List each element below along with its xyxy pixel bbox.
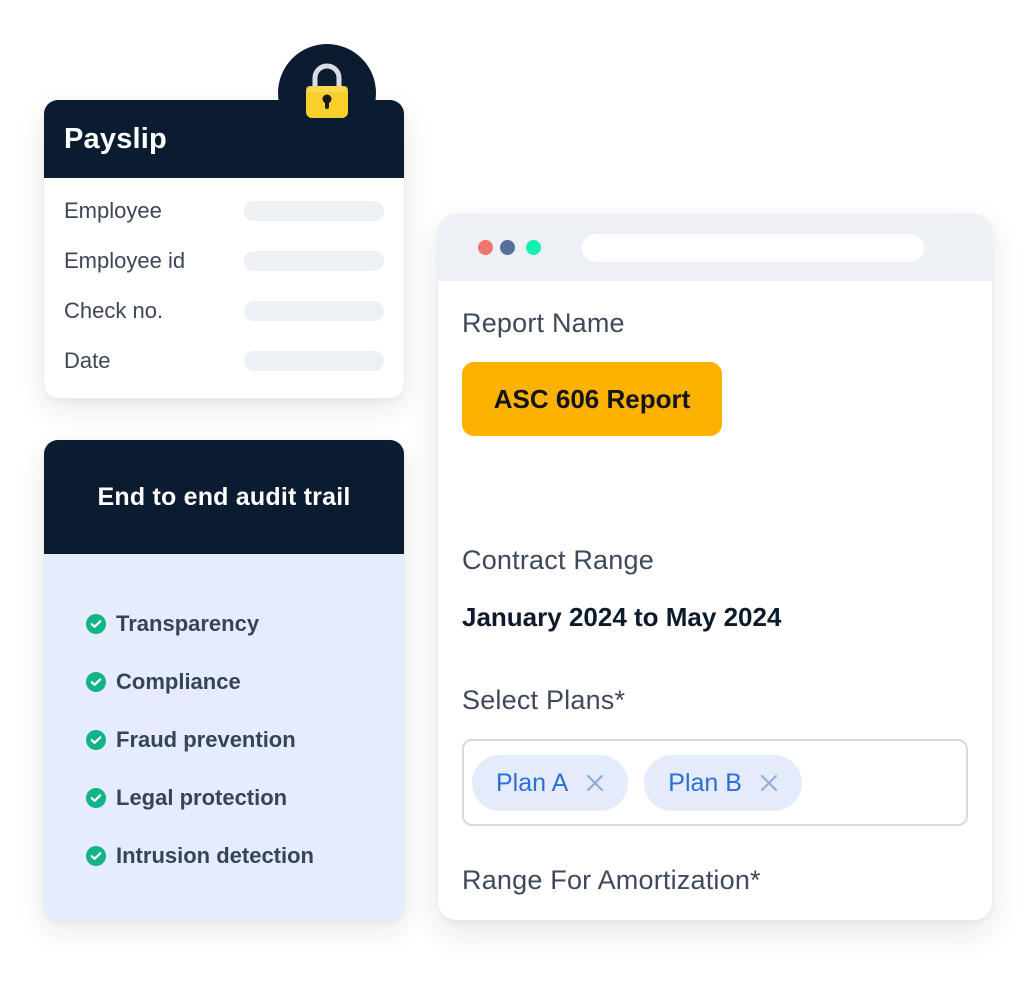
payslip-label: Check no. <box>64 298 164 323</box>
list-item: Compliance <box>86 650 404 714</box>
payslip-label: Date <box>64 348 111 373</box>
audit-item-label: Fraud prevention <box>116 727 296 752</box>
audit-header: End to end audit trail <box>44 440 404 554</box>
payslip-value-placeholder <box>244 301 384 321</box>
contract-range-label: Contract Range <box>462 545 654 575</box>
check-circle-icon <box>86 730 106 750</box>
plan-chip-label: Plan B <box>668 768 742 797</box>
maximize-dot-icon[interactable] <box>526 240 541 255</box>
payslip-row-employee: Employee <box>64 186 384 236</box>
payslip-row-employee-id: Employee id <box>64 236 384 286</box>
payslip-label: Employee <box>64 198 162 223</box>
check-circle-icon <box>86 846 106 866</box>
report-name-badge[interactable]: ASC 606 Report <box>462 362 722 436</box>
minimize-dot-icon[interactable] <box>500 240 515 255</box>
close-dot-icon[interactable] <box>478 240 493 255</box>
payslip-card: Payslip Employee Employee id Check no. D… <box>44 100 404 398</box>
plan-chip-b[interactable]: Plan B <box>644 754 802 811</box>
payslip-row-check-no: Check no. <box>64 286 384 336</box>
select-plans-input[interactable]: Plan A Plan B <box>462 739 968 826</box>
list-item: Transparency <box>86 592 404 656</box>
window-titlebar <box>438 214 992 281</box>
check-circle-icon <box>86 788 106 808</box>
audit-item-label: Intrusion detection <box>116 843 314 868</box>
payslip-label: Employee id <box>64 248 186 273</box>
list-item: Intrusion detection <box>86 824 404 888</box>
list-item: Fraud prevention <box>86 708 404 772</box>
plan-chip-label: Plan A <box>496 768 569 797</box>
address-bar[interactable] <box>582 234 924 262</box>
payslip-title: Payslip <box>64 123 167 155</box>
check-circle-icon <box>86 614 106 634</box>
check-circle-icon <box>86 672 106 692</box>
padlock-icon <box>306 63 348 118</box>
payslip-value-placeholder <box>244 351 384 371</box>
close-icon[interactable] <box>760 774 778 792</box>
contract-range-value: January 2024 to May 2024 <box>462 602 782 632</box>
list-item: Legal protection <box>86 766 404 830</box>
report-window: Report Name ASC 606 Report Contract Rang… <box>438 214 992 920</box>
payslip-value-placeholder <box>244 251 384 271</box>
audit-item-label: Compliance <box>116 669 241 694</box>
close-icon[interactable] <box>586 774 604 792</box>
payslip-row-date: Date <box>64 336 384 386</box>
audit-item-label: Legal protection <box>116 785 288 810</box>
audit-feature-list: Transparency Compliance Fraud prevention… <box>44 554 404 888</box>
audit-item-label: Transparency <box>116 611 260 636</box>
payslip-value-placeholder <box>244 201 384 221</box>
payslip-fields: Employee Employee id Check no. Date <box>44 178 404 386</box>
audit-trail-card: End to end audit trail Transparency Comp… <box>44 440 404 920</box>
report-name-label: Report Name <box>462 308 625 338</box>
audit-title: End to end audit trail <box>97 482 351 511</box>
amortization-range-label: Range For Amortization* <box>462 865 761 895</box>
select-plans-label: Select Plans* <box>462 685 626 715</box>
plan-chip-a[interactable]: Plan A <box>472 754 629 811</box>
